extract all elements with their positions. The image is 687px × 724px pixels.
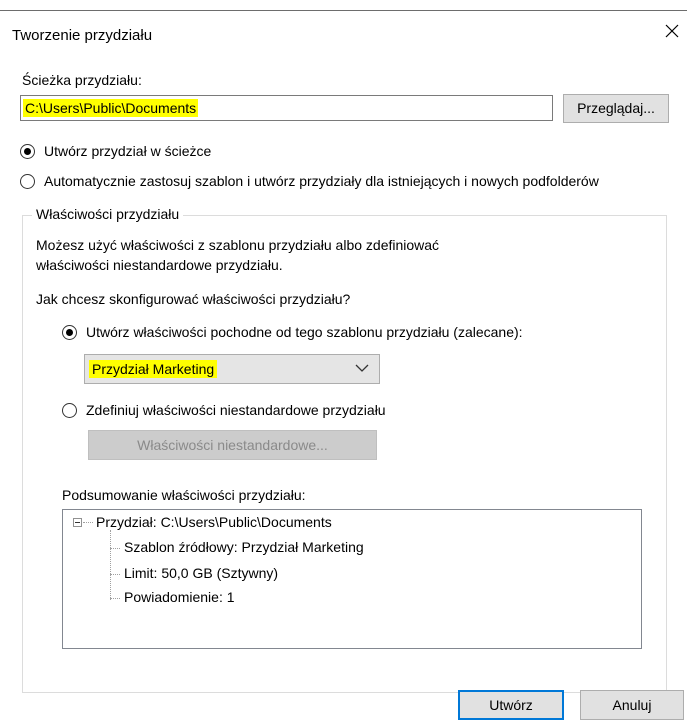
custom-properties-button[interactable]: Właściwości niestandardowe... xyxy=(88,430,377,460)
path-label: Ścieżka przydziału: xyxy=(22,72,142,88)
create-button[interactable]: Utwórz xyxy=(458,690,564,720)
cancel-button[interactable]: Anuluj xyxy=(580,690,684,720)
description-line-2: właściwości niestandardowe przydziału. xyxy=(36,257,283,273)
radio-custom[interactable] xyxy=(62,403,77,418)
radio-custom-label: Zdefiniuj właściwości niestandardowe prz… xyxy=(86,402,386,418)
radio-create-in-path-label: Utwórz przydział w ścieżce xyxy=(44,143,212,159)
close-icon[interactable] xyxy=(661,20,683,42)
path-value: C:\Users\Public\Documents xyxy=(23,99,199,117)
radio-button[interactable] xyxy=(20,144,35,159)
dialog-title: Tworzenie przydziału xyxy=(12,27,153,44)
configure-question: Jak chcesz skonfigurować właściwości prz… xyxy=(36,291,351,307)
tree-item: Limit: 50,0 GB (Sztywny) xyxy=(124,565,279,581)
radio-button[interactable] xyxy=(62,325,77,340)
tree-connector xyxy=(110,598,120,599)
tree-item: Szablon źródłowy: Przydział Marketing xyxy=(124,539,364,555)
tree-connector xyxy=(110,548,120,549)
tree-root: Przydział: C:\Users\Public\Documents xyxy=(96,514,332,530)
summary-label: Podsumowanie właściwości przydziału: xyxy=(62,487,306,503)
tree-connector xyxy=(83,522,93,523)
radio-template-label: Utwórz właściwości pochodne od tego szab… xyxy=(86,324,523,340)
window-top-border xyxy=(0,10,687,11)
description-line-1: Możesz użyć właściwości z szablonu przyd… xyxy=(36,237,440,253)
properties-group-label: Właściwości przydziału xyxy=(32,206,184,222)
template-select-value: Przydział Marketing xyxy=(89,360,218,378)
radio-create-in-path[interactable] xyxy=(20,144,35,162)
template-select[interactable]: Przydział Marketing xyxy=(84,354,380,384)
radio-button[interactable] xyxy=(62,403,77,418)
browse-button[interactable]: Przeglądaj... xyxy=(563,94,669,123)
radio-auto-apply-label: Automatycznie zastosuj szablon i utwórz … xyxy=(44,173,599,189)
tree-item: Powiadomienie: 1 xyxy=(124,589,235,605)
chevron-down-icon xyxy=(355,364,369,372)
tree-connector xyxy=(110,574,120,575)
radio-template[interactable] xyxy=(62,325,77,340)
path-input[interactable]: C:\Users\Public\Documents xyxy=(20,95,553,121)
radio-auto-apply[interactable] xyxy=(20,174,35,189)
collapse-icon[interactable] xyxy=(73,518,82,527)
radio-button[interactable] xyxy=(20,174,35,189)
tree-connector xyxy=(110,530,111,600)
